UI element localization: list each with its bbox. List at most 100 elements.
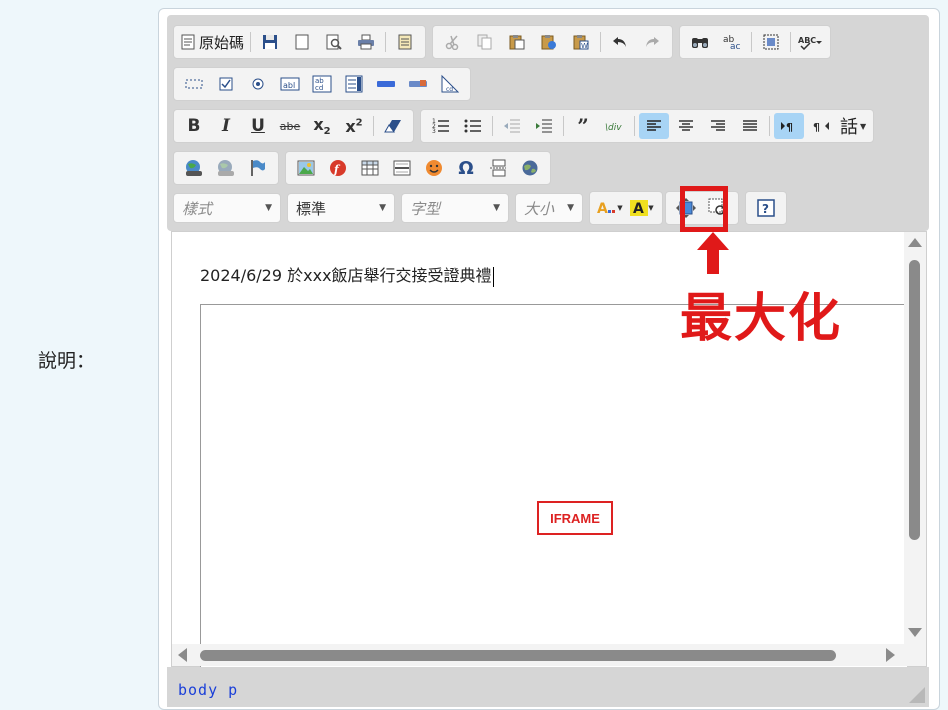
remove-format-button[interactable] [378, 113, 408, 139]
iframe-button[interactable] [515, 155, 545, 181]
chevron-down-icon: ▼ [379, 203, 386, 213]
align-right-button[interactable] [703, 113, 733, 139]
link-button[interactable] [179, 155, 209, 181]
svg-text:cd: cd [446, 86, 453, 93]
align-center-button[interactable] [671, 113, 701, 139]
omega-icon: Ω [458, 157, 474, 179]
image-button[interactable] [291, 155, 321, 181]
outdent-button[interactable] [497, 113, 527, 139]
scroll-left-arrow-icon[interactable] [178, 648, 187, 662]
select-button[interactable] [339, 71, 369, 97]
text-color-button[interactable]: A ▼ [595, 195, 625, 221]
image-button-button[interactable] [403, 71, 433, 97]
blockquote-button[interactable]: ” [568, 113, 598, 139]
horizontal-scrollbar[interactable] [172, 644, 926, 666]
anchor-button[interactable] [243, 155, 273, 181]
undo-button[interactable] [605, 29, 635, 55]
smiley-button[interactable] [419, 155, 449, 181]
svg-text:3: 3 [432, 128, 436, 135]
resize-grip-icon[interactable] [909, 687, 925, 703]
link-globe-icon [186, 160, 202, 176]
preview-icon [326, 34, 342, 50]
ltr-button[interactable]: ¶ [774, 113, 804, 139]
spellcheck-button[interactable]: ABC [795, 29, 825, 55]
font-combo[interactable]: 字型 ▼ [401, 193, 509, 223]
radio-button[interactable] [243, 71, 273, 97]
table-button[interactable] [355, 155, 385, 181]
subscript-button[interactable]: x2 [307, 113, 337, 139]
scroll-right-arrow-icon[interactable] [886, 648, 895, 662]
find-button[interactable] [685, 29, 715, 55]
hidden-field-button[interactable]: cd [435, 71, 465, 97]
horizontal-rule-button[interactable] [387, 155, 417, 181]
maximize-highlight-box [680, 186, 728, 232]
textarea-button[interactable]: ab cd [307, 71, 337, 97]
preview-button[interactable] [319, 29, 349, 55]
justify-button[interactable] [735, 113, 765, 139]
print-button[interactable] [351, 29, 381, 55]
separator [250, 32, 252, 52]
paste-button[interactable] [502, 29, 532, 55]
globe-icon [522, 160, 538, 176]
page-break-button[interactable] [483, 155, 513, 181]
indent-button[interactable] [529, 113, 559, 139]
textfield-button[interactable]: abl [275, 71, 305, 97]
embedded-iframe[interactable]: IFRAME [200, 304, 907, 686]
div-container-button[interactable]: \div [600, 113, 630, 139]
special-char-button[interactable]: Ω [451, 155, 481, 181]
format-combo[interactable]: 標準 ▼ [287, 193, 395, 223]
redo-button[interactable] [637, 29, 667, 55]
rtl-button[interactable]: ¶ [806, 113, 836, 139]
spellcheck-icon: ABC [798, 36, 823, 50]
vertical-scroll-thumb[interactable] [909, 260, 920, 540]
language-button[interactable]: 話 ▼ [838, 113, 868, 139]
save-button[interactable] [255, 29, 285, 55]
justify-icon [743, 120, 757, 131]
select-list-icon [345, 75, 363, 93]
about-button[interactable]: ? [751, 195, 781, 221]
svg-text:ac: ac [730, 42, 741, 50]
underline-icon: U [251, 116, 265, 136]
textarea-icon: abcd [312, 75, 332, 93]
strike-button[interactable]: abe [275, 113, 305, 139]
horizontal-scroll-thumb[interactable] [200, 650, 836, 661]
superscript-button[interactable]: x2 [339, 113, 369, 139]
form-button-button[interactable] [371, 71, 401, 97]
svg-text:W: W [581, 42, 588, 50]
source-button[interactable]: 原始碼 [179, 29, 246, 55]
scroll-up-arrow-icon[interactable] [908, 238, 922, 247]
replace-icon: abac [723, 35, 741, 50]
group-colors: A ▼ A ▼ [589, 191, 663, 225]
templates-button[interactable] [390, 29, 420, 55]
paste-text-button[interactable] [534, 29, 564, 55]
align-left-button[interactable] [639, 113, 669, 139]
replace-button[interactable]: ab ac [717, 29, 747, 55]
select-all-button[interactable] [756, 29, 786, 55]
form-button[interactable] [179, 71, 209, 97]
svg-text:A: A [633, 201, 644, 217]
paste-word-button[interactable]: W [566, 29, 596, 55]
bold-button[interactable]: B [179, 113, 209, 139]
textfield-icon: abl [280, 77, 300, 91]
vertical-scrollbar[interactable] [904, 232, 926, 652]
undo-icon [613, 37, 627, 47]
cut-button[interactable] [438, 29, 468, 55]
styles-combo[interactable]: 樣式 ▼ [173, 193, 281, 223]
flash-button[interactable]: f [323, 155, 353, 181]
italic-button[interactable]: I [211, 113, 241, 139]
new-page-button[interactable] [287, 29, 317, 55]
radio-icon [252, 78, 264, 90]
checkbox-button[interactable] [211, 71, 241, 97]
element-path[interactable]: body p [178, 681, 238, 699]
size-combo[interactable]: 大小 ▼ [515, 193, 583, 223]
scroll-down-arrow-icon[interactable] [908, 628, 922, 637]
bulleted-list-button[interactable] [458, 113, 488, 139]
numbered-list-button[interactable]: 123 [426, 113, 456, 139]
flash-icon: f [330, 160, 346, 176]
copy-button[interactable] [470, 29, 500, 55]
background-color-button[interactable]: A ▼ [627, 195, 657, 221]
content-paragraph[interactable]: 2024/6/29 於xxx飯店舉行交接受證典禮 [200, 262, 494, 287]
underline-button[interactable]: U [243, 113, 273, 139]
unlink-button[interactable] [211, 155, 241, 181]
svg-text:abl: abl [283, 81, 295, 90]
